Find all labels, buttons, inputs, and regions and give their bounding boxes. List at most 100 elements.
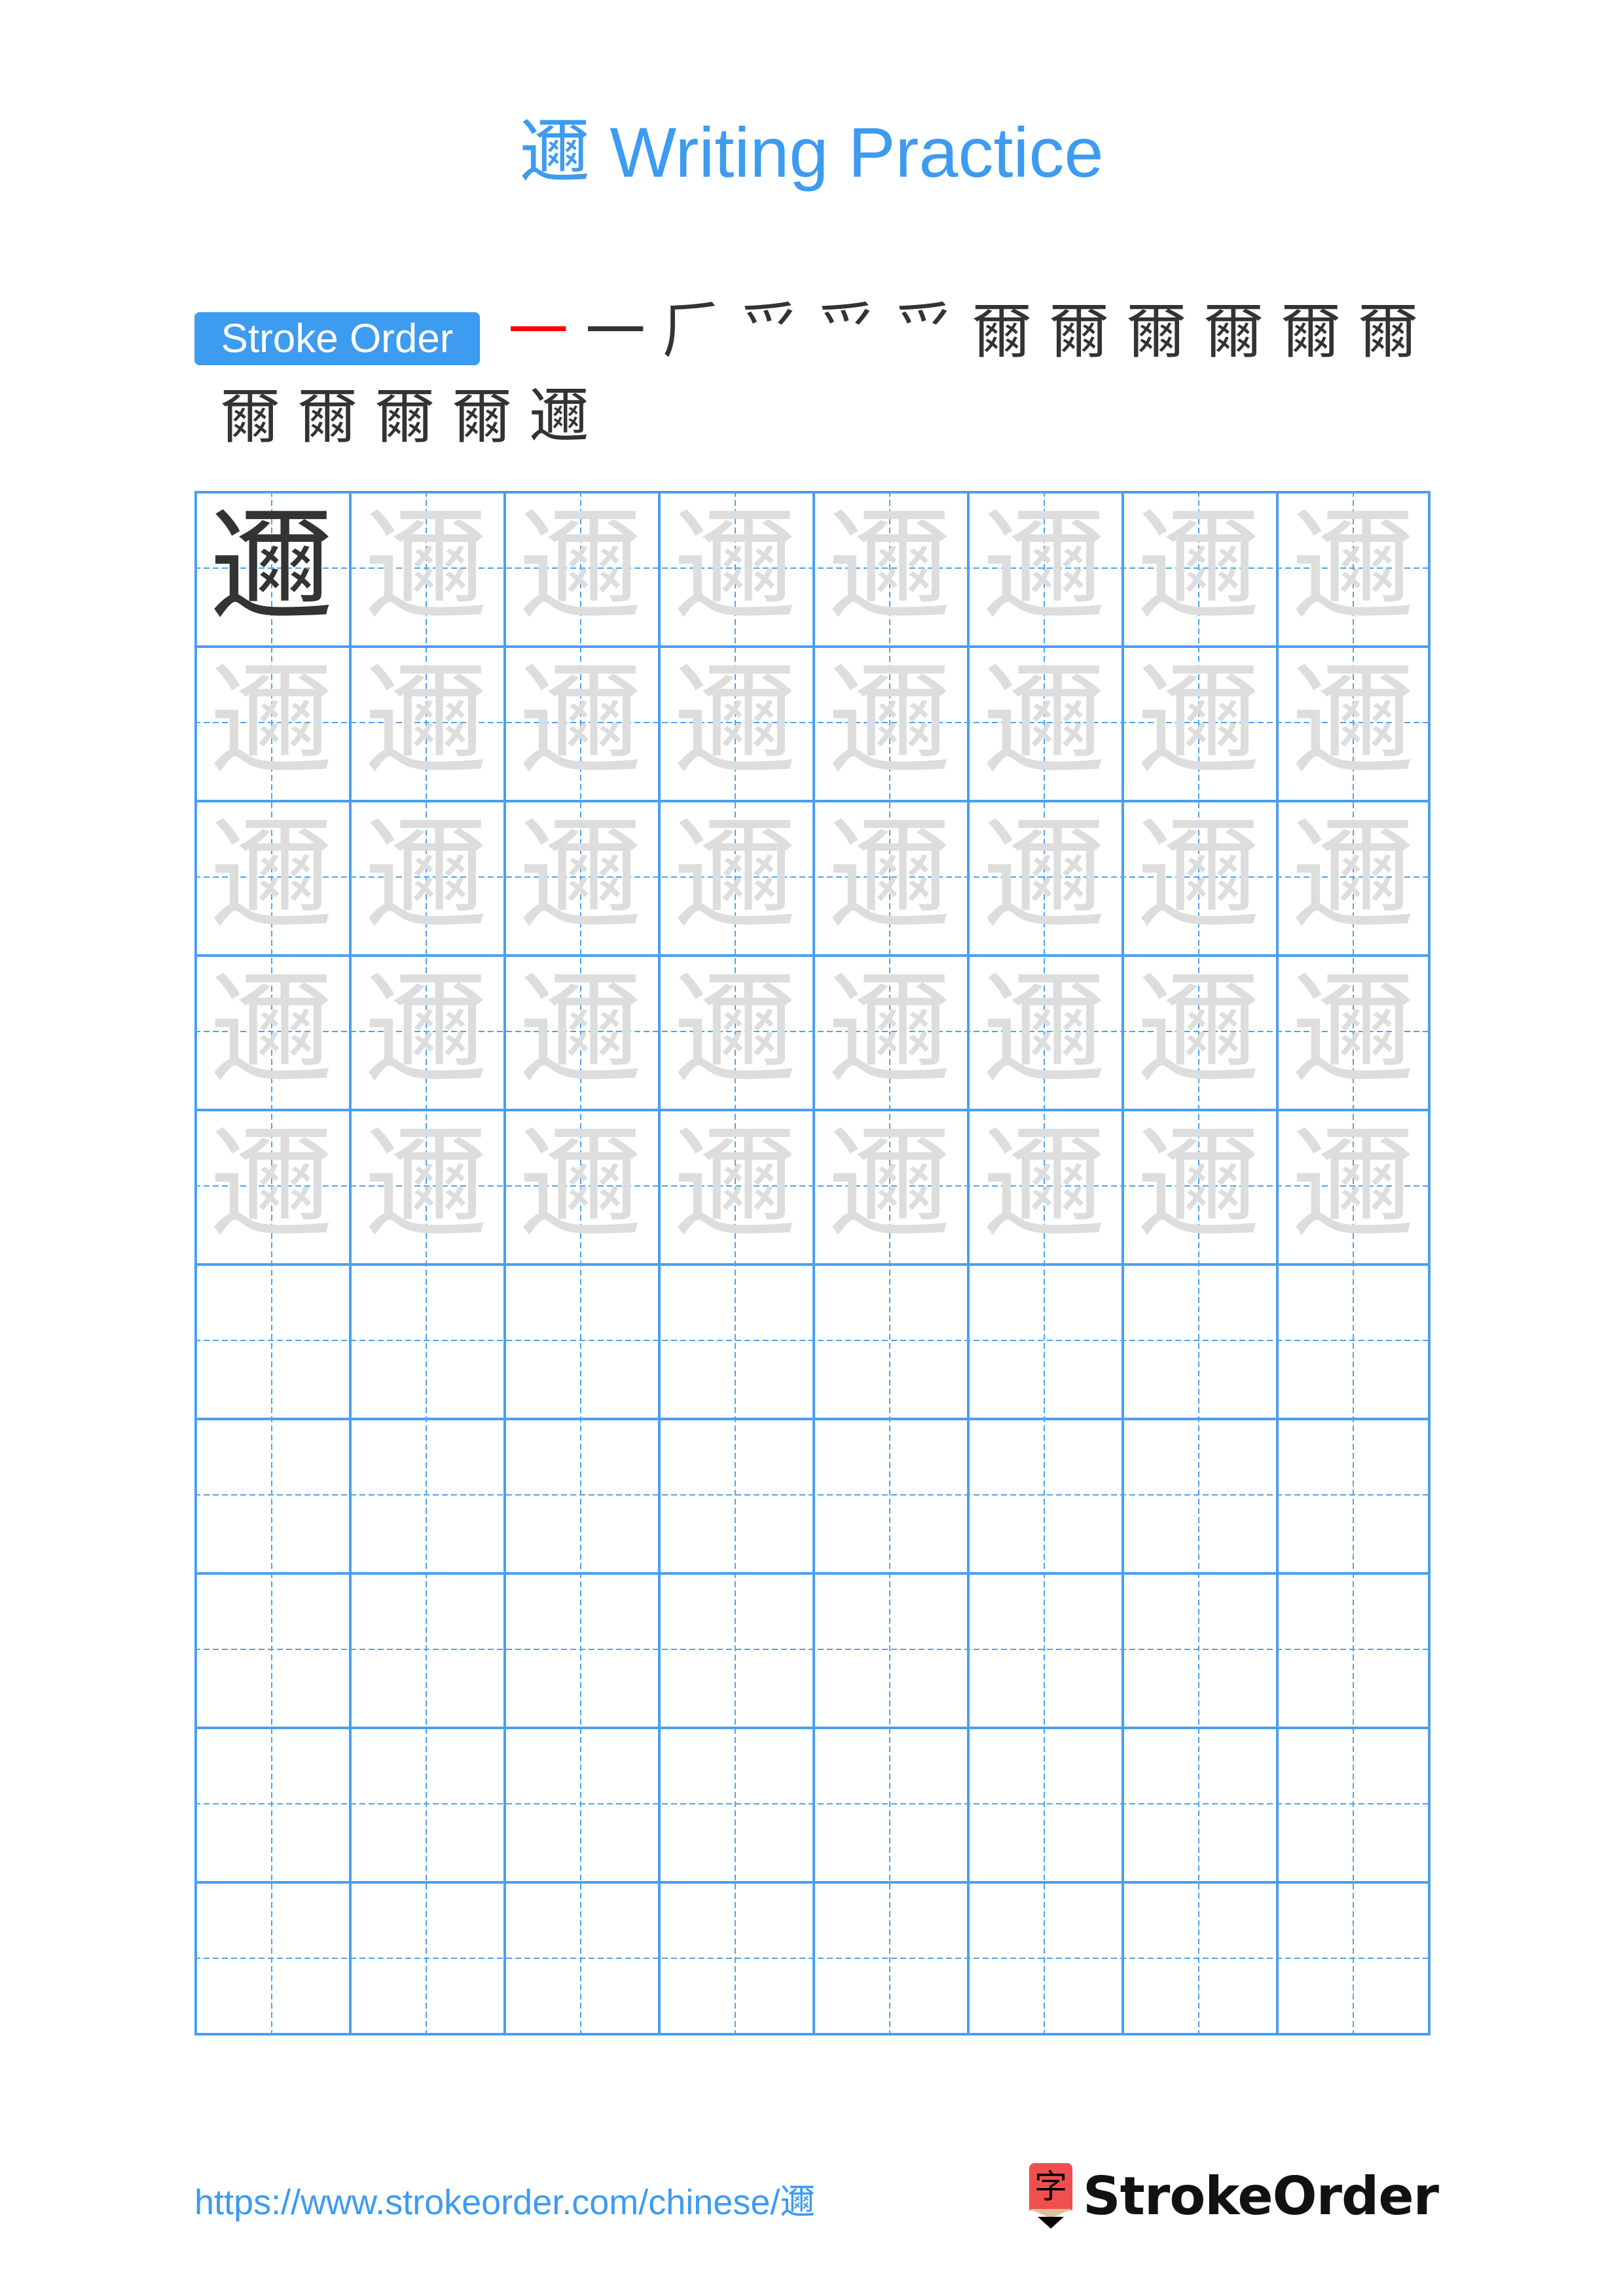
practice-cell[interactable] — [658, 1572, 812, 1727]
stroke-step-3: 𠂆 — [659, 298, 727, 366]
practice-cell[interactable] — [967, 1727, 1122, 1881]
stroke-step-12: 爾 — [1354, 298, 1422, 366]
practice-cell[interactable] — [812, 1881, 967, 2036]
trace-character: 邇 — [672, 650, 797, 795]
trace-character: 邇 — [1136, 959, 1261, 1103]
stroke-step-glyph: 爫 — [739, 296, 800, 367]
trace-character: 邇 — [981, 495, 1106, 640]
stroke-step-2: 一 — [581, 298, 649, 366]
trace-character: 邇 — [827, 804, 952, 949]
practice-cell[interactable] — [349, 1263, 503, 1418]
practice-cell[interactable] — [503, 1881, 658, 2036]
stroke-step-13: 爾 — [216, 383, 284, 451]
practice-cell[interactable] — [1122, 1418, 1276, 1572]
stroke-step-glyph: 爫 — [816, 296, 877, 367]
stroke-step-highlight: 一 — [507, 296, 568, 367]
practice-cell[interactable] — [812, 1727, 967, 1881]
trace-character: 邇 — [981, 804, 1106, 949]
practice-cell[interactable] — [349, 1727, 503, 1881]
practice-cell[interactable] — [1122, 1572, 1276, 1727]
stroke-step-10: 爾 — [1199, 298, 1267, 366]
trace-character: 邇 — [981, 959, 1106, 1103]
pencil-logo-icon: 字 — [1029, 2163, 1072, 2229]
stroke-step-glyph: 爾 — [374, 382, 435, 452]
stroke-step-7: 爾 — [968, 298, 1036, 366]
trace-character: 邇 — [672, 804, 797, 949]
practice-cell[interactable] — [503, 1727, 658, 1881]
stroke-step-15: 爾 — [371, 383, 439, 451]
stroke-step-6: 爫 — [890, 298, 958, 366]
practice-cell[interactable] — [1122, 1881, 1276, 2036]
practice-grid: 邇邇邇邇邇邇邇邇邇邇邇邇邇邇邇邇邇邇邇邇邇邇邇邇邇邇邇邇邇邇邇邇邇邇邇邇邇邇邇邇 — [194, 491, 1431, 2036]
practice-cell[interactable] — [812, 1418, 967, 1572]
stroke-order-label: Stroke Order — [194, 312, 480, 365]
stroke-step-glyph: 爾 — [297, 382, 357, 452]
stroke-step-5: 爫 — [813, 298, 881, 366]
practice-cell[interactable] — [1122, 1727, 1276, 1881]
practice-cell[interactable] — [194, 1263, 349, 1418]
trace-character: 邇 — [981, 1113, 1106, 1258]
trace-character: 邇 — [363, 1113, 488, 1258]
trace-character: 邇 — [672, 959, 797, 1103]
practice-cell[interactable] — [1276, 1727, 1431, 1881]
practice-cell[interactable] — [1122, 1263, 1276, 1418]
stroke-step-glyph: 邇 — [528, 382, 589, 452]
practice-cell[interactable] — [349, 1418, 503, 1572]
practice-cell[interactable] — [658, 1418, 812, 1572]
stroke-step-glyph: 爾 — [1203, 296, 1264, 367]
practice-cell[interactable] — [812, 1263, 967, 1418]
practice-cell[interactable] — [503, 1263, 658, 1418]
practice-cell[interactable] — [1276, 1263, 1431, 1418]
practice-cell[interactable] — [967, 1572, 1122, 1727]
trace-character: 邇 — [1290, 650, 1415, 795]
trace-character: 邇 — [827, 650, 952, 795]
trace-character: 邇 — [209, 959, 334, 1103]
trace-character: 邇 — [1136, 1113, 1261, 1258]
stroke-step-glyph: 一 — [585, 296, 646, 367]
stroke-step-glyph: 爾 — [1280, 296, 1341, 367]
stroke-step-glyph: 爾 — [1125, 296, 1186, 367]
practice-cell[interactable] — [194, 1572, 349, 1727]
trace-character: 邇 — [518, 804, 643, 949]
trace-character: 邇 — [518, 650, 643, 795]
trace-character: 邇 — [518, 1113, 643, 1258]
practice-cell[interactable] — [349, 1881, 503, 2036]
trace-character: 邇 — [827, 495, 952, 640]
stroke-step-11: 爾 — [1277, 298, 1345, 366]
trace-character: 邇 — [1290, 495, 1415, 640]
practice-cell[interactable] — [967, 1881, 1122, 2036]
stroke-step-1: 一 — [504, 298, 572, 366]
practice-cell[interactable] — [1276, 1418, 1431, 1572]
stroke-step-glyph: 𠂆 — [662, 296, 723, 367]
trace-character: 邇 — [363, 495, 488, 640]
practice-cell[interactable] — [658, 1263, 812, 1418]
strokeorder-logo[interactable]: 字 StrokeOrder — [1029, 2160, 1439, 2232]
trace-character: 邇 — [1290, 1113, 1415, 1258]
practice-cell[interactable] — [812, 1572, 967, 1727]
trace-character: 邇 — [518, 495, 643, 640]
practice-cell[interactable] — [1276, 1881, 1431, 2036]
practice-cell[interactable] — [194, 1418, 349, 1572]
practice-cell[interactable] — [349, 1572, 503, 1727]
trace-character: 邇 — [363, 650, 488, 795]
trace-character: 邇 — [363, 959, 488, 1103]
practice-cell[interactable] — [194, 1727, 349, 1881]
practice-cell[interactable] — [1276, 1572, 1431, 1727]
practice-cell[interactable] — [967, 1263, 1122, 1418]
footer-url-link[interactable]: https://www.strokeorder.com/chinese/邇 — [194, 2179, 815, 2225]
trace-character: 邇 — [1290, 959, 1415, 1103]
trace-character: 邇 — [363, 804, 488, 949]
stroke-step-glyph: 爾 — [219, 382, 280, 452]
trace-character: 邇 — [209, 804, 334, 949]
page-title: 邇 Writing Practice — [0, 110, 1623, 196]
practice-cell[interactable] — [658, 1881, 812, 2036]
practice-cell[interactable] — [658, 1727, 812, 1881]
trace-character: 邇 — [1136, 804, 1261, 949]
stroke-step-17: 邇 — [525, 383, 593, 451]
practice-cell[interactable] — [194, 1881, 349, 2036]
practice-cell[interactable] — [503, 1572, 658, 1727]
practice-cell[interactable] — [503, 1418, 658, 1572]
practice-cell[interactable] — [967, 1418, 1122, 1572]
title-character: 邇 — [519, 112, 591, 194]
stroke-step-4: 爫 — [736, 298, 804, 366]
